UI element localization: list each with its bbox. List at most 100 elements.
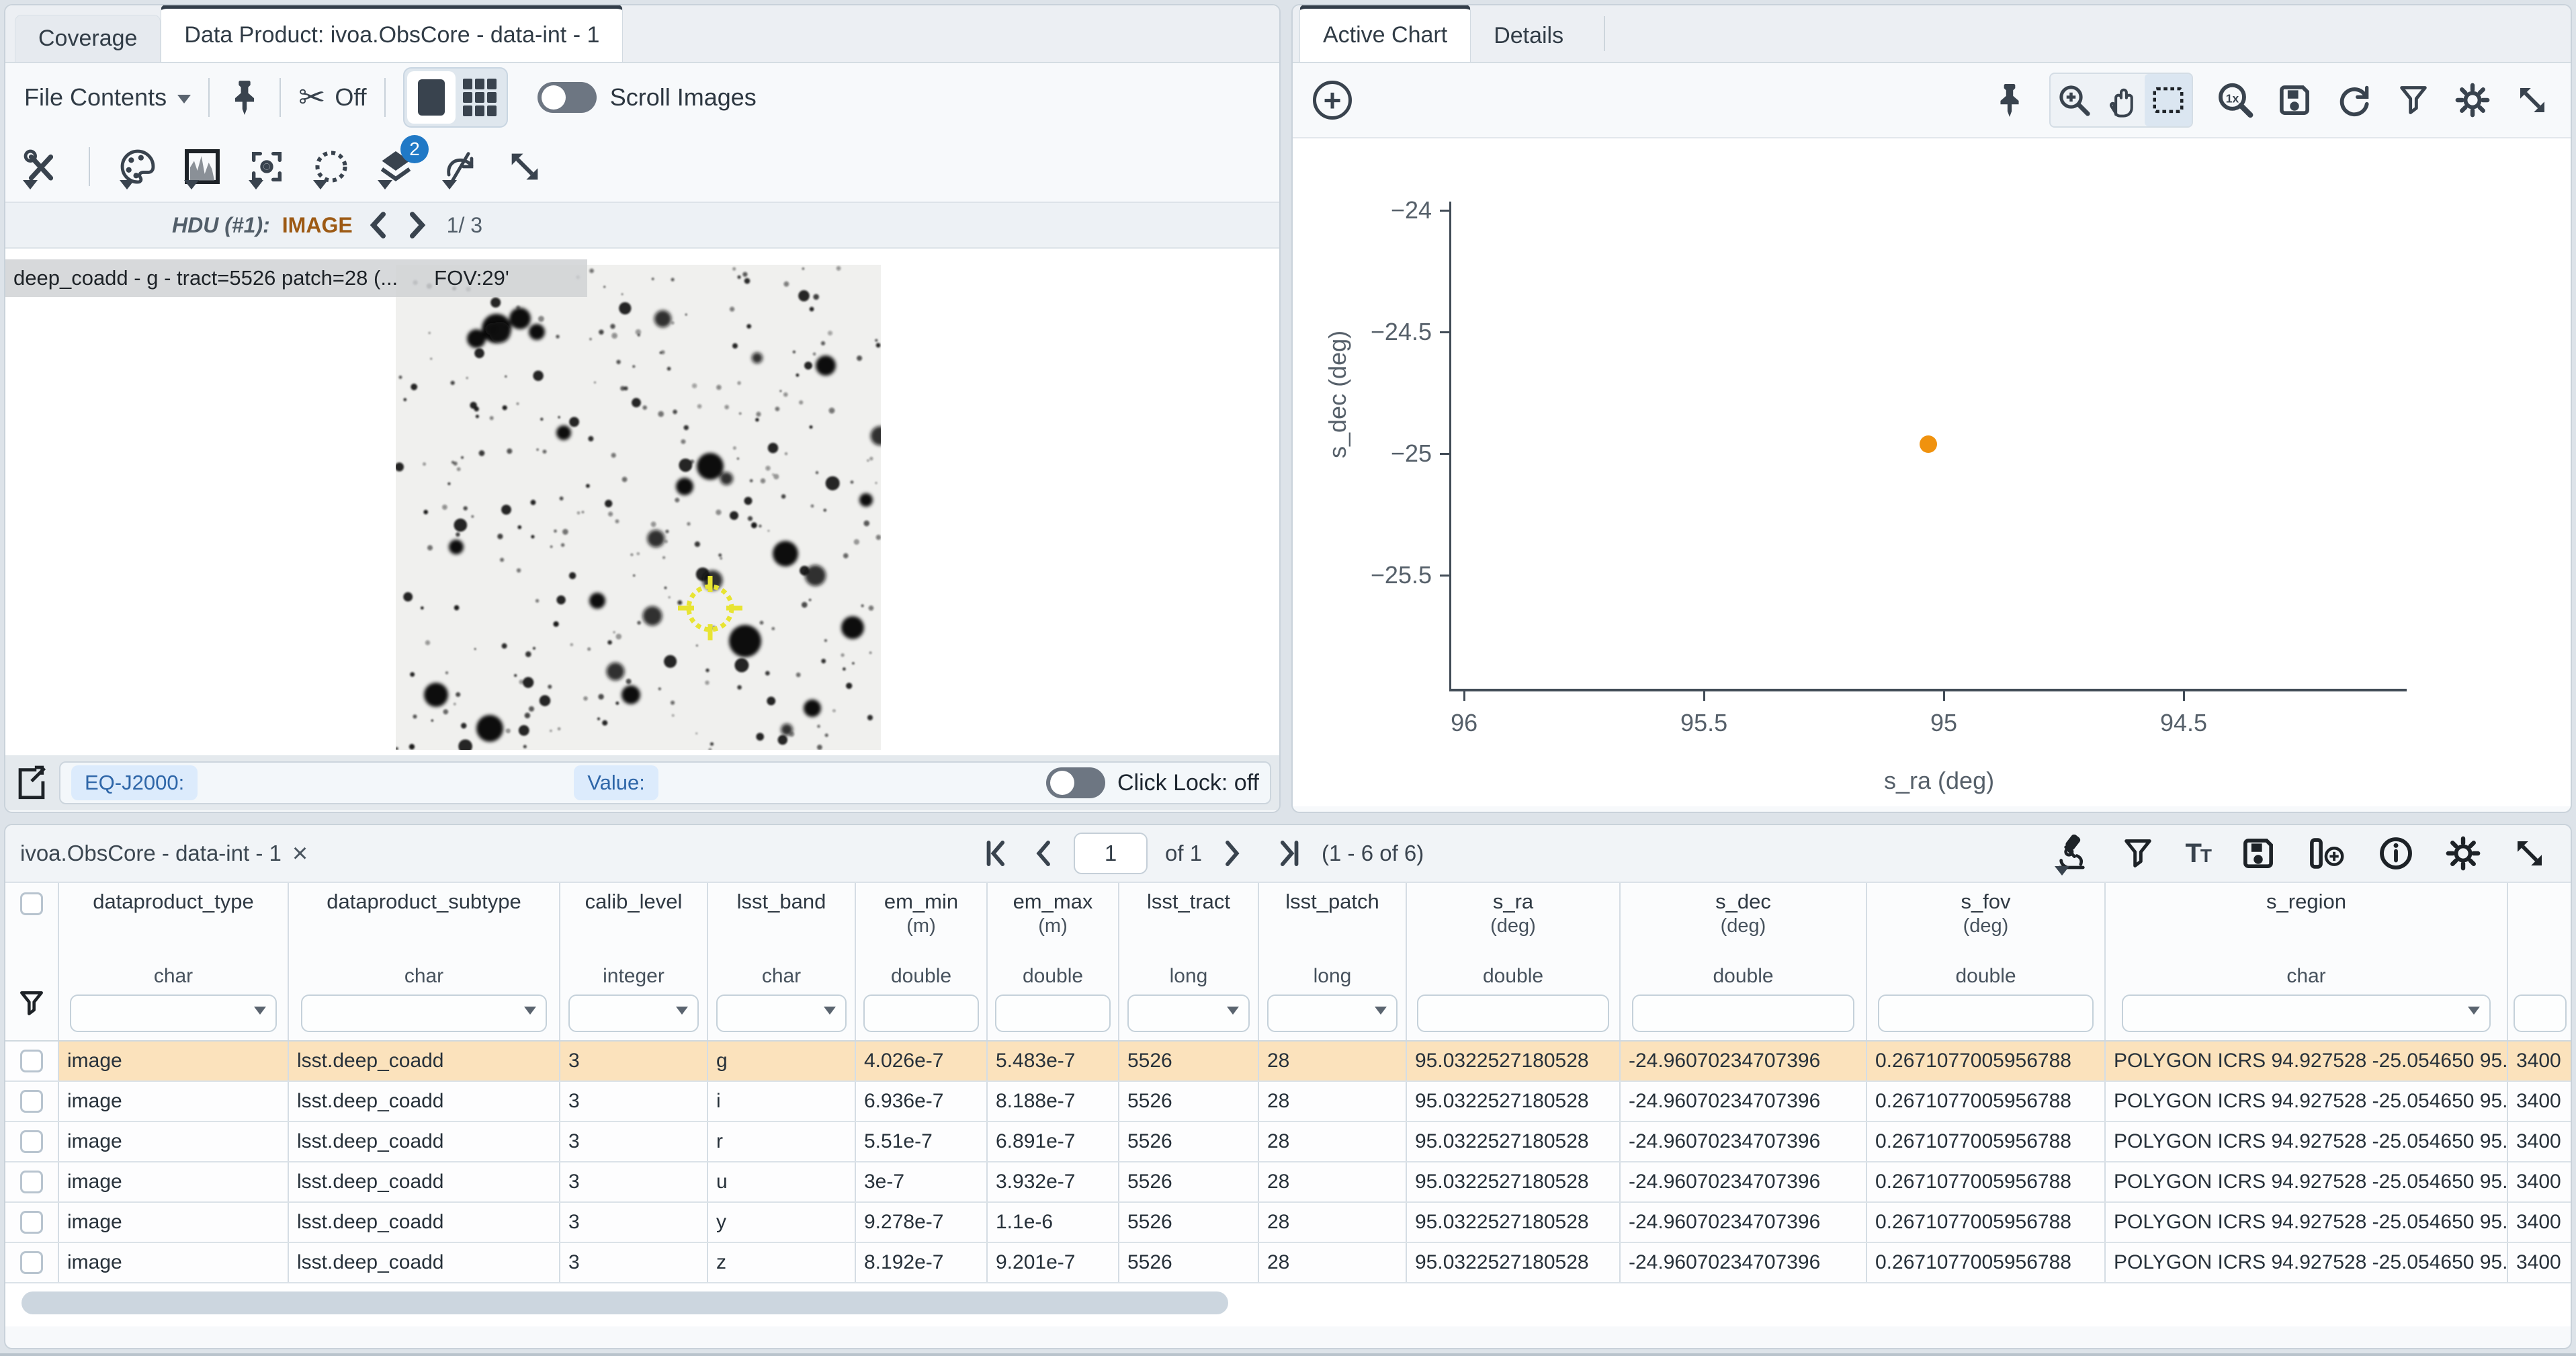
column-filter-input[interactable]	[1632, 994, 1855, 1032]
column-filter-input[interactable]	[301, 994, 548, 1032]
tab-coverage[interactable]: Coverage	[15, 15, 161, 62]
chart-pin-button[interactable]	[1993, 81, 2026, 119]
column-filter-input[interactable]	[70, 994, 277, 1032]
table-row[interactable]: imagelsst.deep_coadd3i6.936e-78.188e-755…	[5, 1082, 2571, 1122]
value-readout-label[interactable]: Value:	[574, 765, 658, 800]
dashed-circle-icon	[312, 147, 351, 186]
column-filter-input[interactable]	[716, 994, 847, 1032]
tools-button[interactable]	[22, 147, 60, 186]
chart-save-button[interactable]	[2276, 82, 2313, 118]
column-header-s_ra[interactable]: s_ra(deg)double	[1407, 883, 1621, 1040]
column-filter-input[interactable]	[1267, 994, 1398, 1032]
column-filter-input[interactable]	[1127, 994, 1250, 1032]
fits-image-viewer[interactable]: deep_coadd - g - tract=5526 patch=28 (..…	[5, 249, 1279, 755]
data-point[interactable]	[1920, 435, 1937, 453]
grid-view-button[interactable]	[456, 71, 504, 124]
column-filter-input[interactable]	[863, 994, 978, 1032]
chart-restore-button[interactable]	[2335, 81, 2373, 119]
first-page-button[interactable]	[981, 838, 1012, 869]
tab-details[interactable]: Details	[1471, 9, 1586, 62]
column-filter-input[interactable]	[1417, 994, 1609, 1032]
column-filter-input[interactable]	[995, 994, 1110, 1032]
column-filter-input[interactable]	[568, 994, 699, 1032]
column-filter-input[interactable]	[1878, 994, 2094, 1032]
column-header-partial[interactable]	[2508, 883, 2571, 1040]
crop-button[interactable]: ✂ Off	[298, 79, 367, 116]
table-row[interactable]: imagelsst.deep_coadd3g4.026e-75.483e-755…	[5, 1042, 2571, 1082]
chart-expand-button[interactable]	[2514, 82, 2550, 118]
column-filter-input[interactable]	[2122, 994, 2491, 1032]
chart-settings-button[interactable]	[2454, 81, 2491, 119]
tab-data-product[interactable]: Data Product: ivoa.ObsCore - data-int - …	[161, 4, 623, 62]
table-info-button[interactable]	[2377, 835, 2415, 872]
row-checkbox[interactable]	[20, 1130, 43, 1153]
data-explore-button[interactable]	[2053, 835, 2091, 872]
pan-tool[interactable]	[2098, 74, 2145, 126]
column-name: em_min	[884, 890, 958, 914]
row-checkbox[interactable]	[20, 1171, 43, 1193]
coord-readout-label[interactable]: EQ-J2000:	[71, 765, 198, 800]
column-header-dataproduct_subtype[interactable]: dataproduct_subtypechar	[289, 883, 560, 1040]
column-header-dataproduct_type[interactable]: dataproduct_typechar	[59, 883, 289, 1040]
table-filter-button[interactable]	[2120, 836, 2155, 871]
file-contents-dropdown[interactable]: File Contents	[24, 83, 167, 112]
last-page-button[interactable]	[1273, 838, 1304, 869]
table-row[interactable]: imagelsst.deep_coadd3r5.51e-76.891e-7552…	[5, 1122, 2571, 1162]
row-checkbox[interactable]	[20, 1090, 43, 1113]
flip-rotate-button[interactable]	[441, 147, 480, 186]
column-header-em_max[interactable]: em_max(m)double	[988, 883, 1119, 1040]
zoom-in-tool[interactable]	[2051, 74, 2098, 126]
microscope-icon	[2053, 835, 2091, 872]
text-view-button[interactable]: TT	[2185, 839, 2210, 869]
color-button[interactable]	[118, 147, 157, 186]
table-expand-button[interactable]	[2511, 835, 2548, 872]
table-row[interactable]: imagelsst.deep_coadd3u3e-73.932e-7552628…	[5, 1162, 2571, 1203]
column-header-s_fov[interactable]: s_fov(deg)double	[1867, 883, 2106, 1040]
column-header-em_min[interactable]: em_min(m)double	[856, 883, 988, 1040]
click-lock-toggle[interactable]	[1046, 767, 1105, 798]
layers-button[interactable]: 2	[376, 147, 415, 186]
select-tool[interactable]	[2145, 74, 2192, 126]
add-chart-button[interactable]: +	[1313, 81, 1352, 120]
filter-row-icon[interactable]	[17, 988, 46, 1021]
table-row[interactable]: imagelsst.deep_coadd3y9.278e-71.1e-65526…	[5, 1203, 2571, 1243]
column-header-lsst_band[interactable]: lsst_bandchar	[708, 883, 856, 1040]
select-all-checkbox[interactable]	[20, 892, 43, 915]
popout-button[interactable]	[13, 763, 50, 802]
column-header-lsst_tract[interactable]: lsst_tractlong	[1119, 883, 1259, 1040]
zoom-original-button[interactable]: 1x	[2216, 81, 2253, 119]
table-settings-button[interactable]	[2444, 835, 2482, 872]
pin-button[interactable]	[227, 78, 262, 117]
scissors-icon: ✂	[298, 79, 325, 116]
image-expand-button[interactable]	[505, 147, 544, 186]
table-close-button[interactable]: ×	[292, 839, 308, 869]
hdu-next-button[interactable]	[404, 210, 431, 240]
column-header-lsst_patch[interactable]: lsst_patchlong	[1259, 883, 1407, 1040]
single-view-button[interactable]	[407, 71, 456, 124]
table-pagination: of 1 (1 - 6 of 6)	[981, 833, 1424, 874]
column-header-s_dec[interactable]: s_dec(deg)double	[1621, 883, 1867, 1040]
chevron-left-icon	[365, 210, 392, 240]
hdu-prev-button[interactable]	[365, 210, 392, 240]
row-checkbox[interactable]	[20, 1050, 43, 1072]
column-filter-input[interactable]	[2514, 994, 2566, 1032]
column-header-calib_level[interactable]: calib_levelinteger	[560, 883, 708, 1040]
column-header-s_region[interactable]: s_regionchar	[2106, 883, 2508, 1040]
chart-filter-button[interactable]	[2396, 83, 2431, 118]
select-region-button[interactable]	[312, 147, 351, 186]
row-checkbox[interactable]	[20, 1251, 43, 1274]
add-column-button[interactable]	[2306, 835, 2348, 872]
table-save-button[interactable]	[2240, 835, 2276, 872]
stretch-button[interactable]	[183, 147, 222, 186]
table-toolbar-icons: TT	[2053, 835, 2571, 872]
prev-page-button[interactable]	[1029, 838, 1056, 869]
next-page-button[interactable]	[1219, 838, 1246, 869]
horizontal-scrollbar-thumb[interactable]	[22, 1291, 1228, 1314]
table-row[interactable]: imagelsst.deep_coadd3z8.192e-79.201e-755…	[5, 1243, 2571, 1283]
scatter-chart[interactable]: s_dec (deg) s_ra (deg) 9695.59594.5−24−2…	[1293, 138, 2571, 806]
row-checkbox[interactable]	[20, 1211, 43, 1234]
tab-active-chart[interactable]: Active Chart	[1299, 4, 1471, 62]
page-number-input[interactable]	[1074, 833, 1148, 874]
scroll-images-toggle[interactable]	[538, 82, 597, 113]
center-image-button[interactable]	[247, 147, 286, 186]
